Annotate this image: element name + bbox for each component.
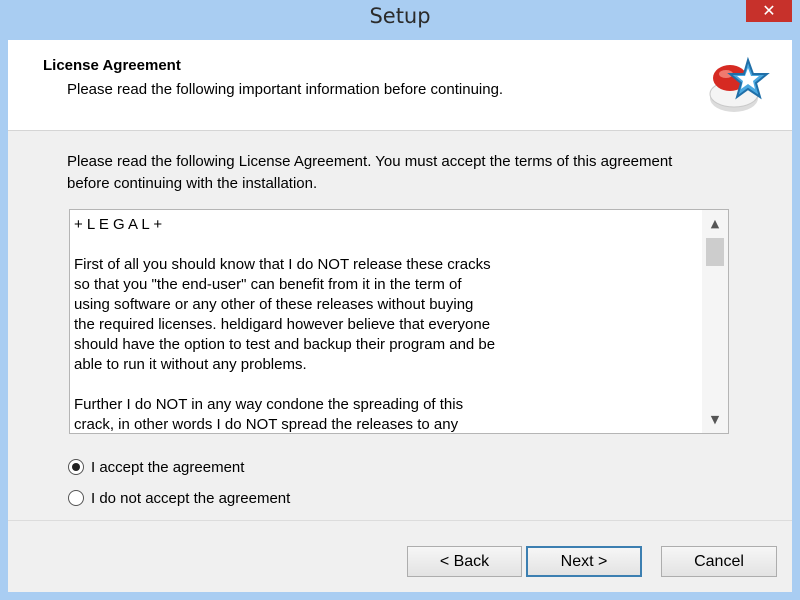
cancel-button[interactable]: Cancel — [661, 546, 777, 577]
page-title: License Agreement — [43, 57, 181, 74]
title-bar[interactable]: Setup ✕ — [0, 0, 800, 38]
decline-option[interactable]: I do not accept the agreement — [68, 487, 290, 509]
back-button[interactable]: < Back — [407, 546, 522, 577]
setup-window: Setup ✕ License Agreement Please read th… — [0, 0, 800, 600]
window-title: Setup — [369, 4, 431, 28]
close-icon: ✕ — [762, 1, 776, 20]
accept-option[interactable]: I accept the agreement — [68, 456, 244, 478]
decline-label[interactable]: I do not accept the agreement — [91, 490, 290, 507]
accept-radio[interactable] — [68, 459, 84, 475]
license-text: + L E G A L + First of all you should kn… — [74, 216, 496, 433]
license-text-box[interactable]: + L E G A L + First of all you should kn… — [69, 209, 729, 434]
page-subtitle: Please read the following important info… — [67, 81, 504, 98]
wizard-client-area: License Agreement Please read the follow… — [8, 40, 792, 592]
setup-wizard-logo-icon — [704, 54, 770, 120]
next-button[interactable]: Next > — [526, 546, 642, 577]
scroll-thumb[interactable] — [706, 238, 724, 266]
decline-radio[interactable] — [68, 490, 84, 506]
license-intro-text: Please read the following License Agreem… — [67, 153, 673, 192]
scroll-down-icon[interactable]: ▼ — [702, 410, 728, 430]
close-button[interactable]: ✕ — [746, 0, 792, 22]
license-scrollbar[interactable]: ▲ ▼ — [702, 210, 728, 433]
wizard-header: License Agreement Please read the follow… — [8, 40, 792, 131]
accept-label[interactable]: I accept the agreement — [91, 459, 244, 476]
footer-divider — [8, 520, 792, 521]
scroll-up-icon[interactable]: ▲ — [702, 214, 728, 234]
